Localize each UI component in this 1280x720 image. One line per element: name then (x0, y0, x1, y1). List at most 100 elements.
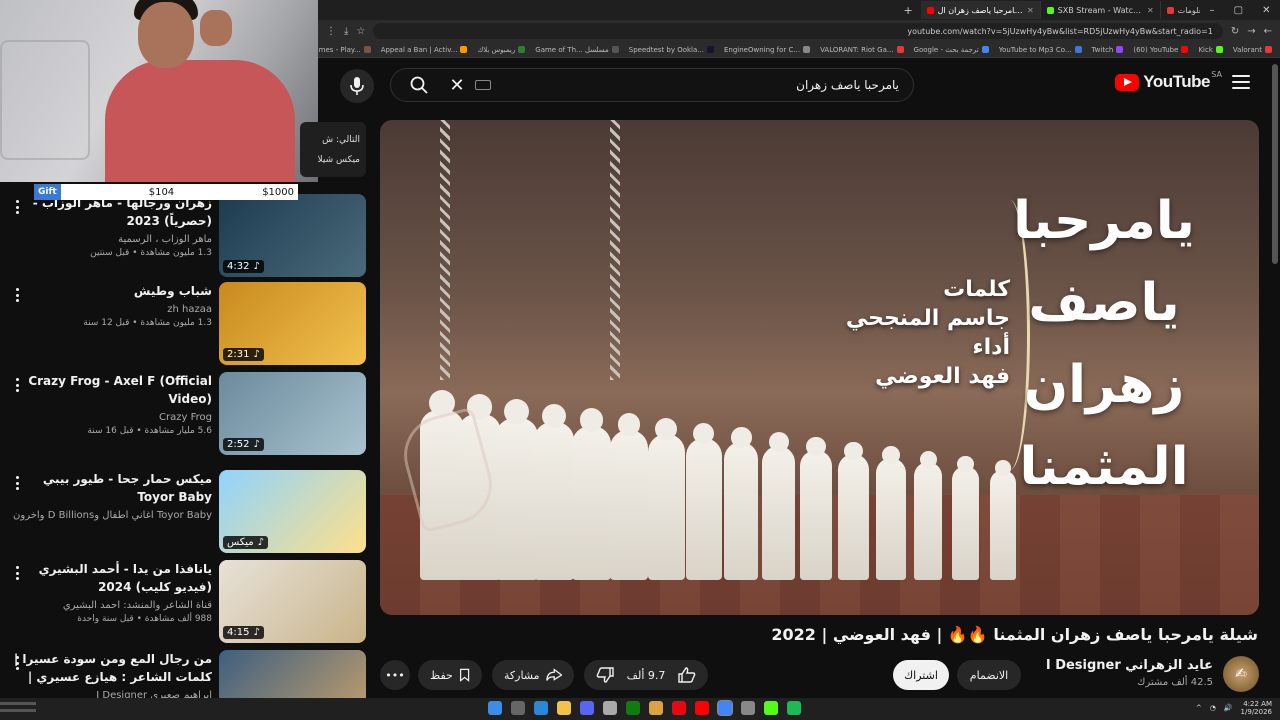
tab-close-icon[interactable]: ✕ (1027, 6, 1034, 15)
bookmark-item[interactable]: Valorant (1233, 46, 1272, 54)
recommended-video[interactable]: شباب وطيش zh hazaa 1.3 مليون مشاهدة • قبل … (0, 282, 370, 366)
bookmark-item[interactable]: Codenames - Play... (318, 46, 371, 54)
back-icon[interactable]: ← (1264, 26, 1272, 37)
recommended-meta: Crazy Frog - Axel F (Official Video) Craz… (10, 372, 212, 436)
app-icon[interactable] (741, 701, 755, 715)
bookmark-item[interactable]: Appeal a Ban | Activ... (381, 46, 468, 54)
start-icon[interactable] (488, 701, 502, 715)
bookmark-item[interactable]: VALORANT: Riot Ga... (820, 46, 904, 54)
recommended-video[interactable]: Crazy Frog - Axel F (Official Video) Craz… (0, 372, 370, 456)
recommended-thumbnail[interactable]: 4:32 ♪ (219, 194, 366, 277)
overlay-title-line: زهران (1023, 355, 1185, 415)
bookmark-item[interactable]: EngineOwning for C... (724, 46, 811, 54)
more-options-icon[interactable] (16, 476, 20, 490)
recommended-video[interactable]: ميكس حمار جحا - طيور بيبي Toyor Baby Toyo… (0, 470, 370, 554)
discord-icon[interactable] (580, 701, 594, 715)
hamburger-menu-icon[interactable] (1232, 75, 1250, 89)
recommended-video[interactable]: يانافذا من يدا - أحمد البشيري (فيديو كلي… (0, 560, 370, 644)
channel-avatar[interactable]: ✍ (1223, 656, 1259, 692)
url-field[interactable]: youtube.com/watch?v=5jUzwHy4yBw&list=RD5… (373, 23, 1223, 39)
browser-tab[interactable]: SXB Stream - Watch Live on Kick ✕ (1041, 1, 1161, 19)
extensions-icon[interactable]: ⋮ (326, 26, 336, 37)
channel-name[interactable]: عايد الزهراني I Designer (1046, 658, 1213, 673)
youtube-app-icon[interactable] (695, 701, 709, 715)
kick-app-icon[interactable] (764, 701, 778, 715)
window-controls: – ▢ ✕ (1200, 0, 1280, 20)
clock-time: 4:22 AM (1243, 700, 1272, 708)
download-icon[interactable]: ⤓ (344, 26, 348, 37)
recommended-video[interactable]: زهران ورجالها - ماهر الوزاب - (حصرياً) 2… (0, 194, 370, 278)
clock[interactable]: 4:22 AM 1/9/2026 (1241, 700, 1272, 716)
video-player[interactable]: كلمات جاسم المنجحي أداء فهد العوضي يامرحبا ي… (380, 120, 1259, 615)
spotify-icon[interactable] (787, 701, 801, 715)
bookmark-favicon-icon (706, 46, 714, 53)
bookmark-item[interactable]: ريمبوس بلاك (477, 46, 526, 54)
join-button[interactable]: الانضمام (957, 660, 1021, 690)
search-input[interactable]: يامرحبا ياصف زهران (491, 78, 913, 92)
bookmark-item[interactable]: (60) YouTube (1133, 46, 1189, 54)
browser-tab[interactable]: شيلة يامرحبا ياصف زهران ال... ✕ (920, 1, 1041, 19)
search-box[interactable]: ✕ يامرحبا ياصف زهران (390, 68, 914, 102)
netflix-icon[interactable] (672, 701, 686, 715)
clear-search-icon[interactable]: ✕ (447, 69, 467, 101)
taskbar-widget[interactable] (0, 698, 40, 720)
recommended-title[interactable]: يانافذا من يدا - أحمد البشيري (فيديو كلي… (10, 560, 212, 596)
save-button[interactable]: حفظ (418, 660, 482, 690)
next-up-card[interactable]: التالي: ش ميكس شيلا (300, 122, 366, 177)
keyboard-icon[interactable] (475, 80, 491, 90)
bookmark-item[interactable]: Game of Th... مسلسل (535, 46, 619, 54)
more-options-icon[interactable] (16, 200, 20, 214)
recommended-title[interactable]: من رجال المع ومن سودة عسيرا | كلمات الشا… (10, 650, 212, 686)
recommended-thumbnail[interactable]: 2:31 ♪ (219, 282, 366, 365)
share-label: مشاركة (504, 668, 540, 682)
duration-badge: 2:31 ♪ (223, 348, 264, 361)
tab-close-icon[interactable]: ✕ (1147, 6, 1154, 15)
minimize-icon[interactable]: – (1210, 5, 1215, 16)
more-options-icon[interactable] (16, 566, 20, 580)
more-options-icon[interactable] (16, 378, 20, 392)
subscribe-button[interactable]: اشتراك (893, 660, 949, 690)
bookmark-favicon-icon (1265, 46, 1272, 53)
volume-icon[interactable]: 🔊 (1224, 704, 1233, 712)
dancer-head (919, 450, 937, 468)
file-explorer-icon[interactable] (557, 701, 571, 715)
voice-search-button[interactable] (340, 69, 374, 103)
recommended-video[interactable]: من رجال المع ومن سودة عسيرا | كلمات الشا… (0, 650, 370, 700)
recommended-title[interactable]: شباب وطيش (10, 282, 212, 300)
dislike-icon[interactable] (596, 667, 614, 683)
more-options-icon[interactable] (16, 288, 20, 302)
task-view-icon[interactable] (511, 701, 525, 715)
forward-icon[interactable]: → (1247, 26, 1255, 37)
share-button[interactable]: مشاركة (492, 660, 574, 690)
recommended-thumbnail[interactable]: 4:15 ♪ (219, 560, 366, 643)
search-button[interactable] (391, 69, 447, 101)
maximize-icon[interactable]: ▢ (1234, 5, 1243, 16)
close-window-icon[interactable]: ✕ (1262, 5, 1270, 16)
bookmark-item[interactable]: Kick (1198, 46, 1223, 54)
chrome-icon[interactable] (717, 700, 733, 716)
tray-chevron-icon[interactable]: ^ (1196, 704, 1202, 712)
app-icon[interactable] (649, 701, 663, 715)
reload-icon[interactable]: ↻ (1231, 26, 1239, 37)
page-scrollbar[interactable] (1272, 64, 1278, 264)
network-icon[interactable]: ◔ (1210, 704, 1216, 712)
recommended-title[interactable]: Crazy Frog - Axel F (Official Video) (10, 372, 212, 408)
app-icon[interactable] (603, 701, 617, 715)
bookmark-item[interactable]: Speedtest by Ookla... (629, 46, 714, 54)
recommended-thumbnail[interactable] (219, 650, 366, 700)
youtube-logo[interactable]: YouTube SA (1115, 70, 1222, 92)
recommended-title[interactable]: ميكس حمار جحا - طيور بيبي Toyor Baby (10, 470, 212, 506)
bookmark-item[interactable]: Twitch (1092, 46, 1124, 54)
recommended-thumbnail[interactable]: 2:52 ♪ (219, 372, 366, 455)
bookmark-item[interactable]: Google - ترجمة بحث (914, 46, 989, 54)
more-options-icon[interactable] (16, 656, 20, 670)
bookmark-item[interactable]: YouTube to Mp3 Co... (999, 46, 1082, 54)
xbox-icon[interactable] (626, 701, 640, 715)
more-actions-button[interactable]: ••• (380, 660, 410, 690)
bookmark-star-icon[interactable]: ☆ (356, 26, 365, 37)
edge-icon[interactable] (534, 701, 548, 715)
recommended-thumbnail[interactable]: ميكس ♪ (219, 470, 366, 553)
like-icon[interactable] (678, 667, 696, 683)
new-tab-button[interactable]: + (895, 4, 920, 17)
mic-icon (350, 77, 364, 95)
